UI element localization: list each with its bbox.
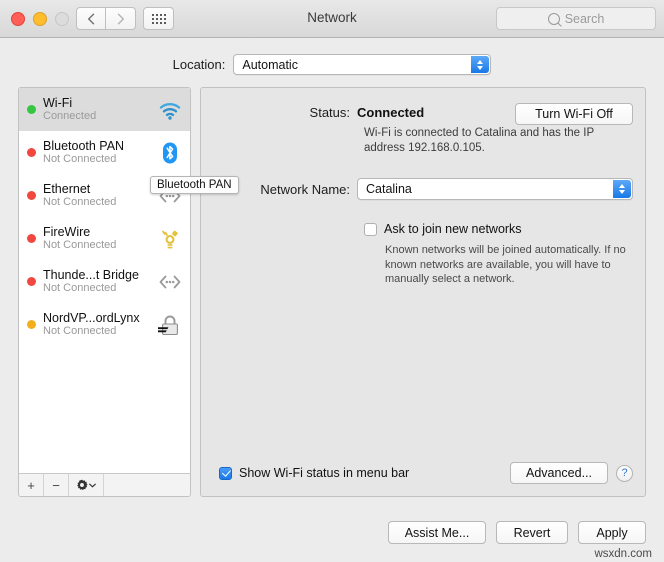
interface-name: FireWire [43, 225, 91, 239]
turn-wifi-off-button[interactable]: Turn Wi-Fi Off [515, 103, 633, 125]
interface-text: Wi-Fi Connected [43, 96, 157, 123]
interface-name: Bluetooth PAN [43, 139, 125, 153]
interface-name: Ethernet [43, 182, 91, 196]
interface-text: Bluetooth PAN Not Connected [43, 139, 157, 166]
interface-text: FireWire Not Connected [43, 225, 157, 252]
interface-status: Connected [43, 110, 97, 122]
interface-name: Wi-Fi [43, 96, 73, 110]
footer-buttons: Assist Me... Revert Apply [388, 521, 646, 544]
location-value: Automatic [242, 57, 298, 72]
interface-status: Not Connected [43, 239, 117, 251]
interface-actions-button[interactable] [69, 474, 104, 496]
location-label: Location: [172, 57, 226, 72]
interface-icon-wrapper [157, 312, 183, 338]
network-name-popup-button[interactable]: Catalina [357, 178, 633, 200]
thunderbolt-icon [159, 275, 181, 288]
remove-interface-button[interactable]: − [44, 474, 69, 496]
help-button[interactable]: ? [616, 464, 633, 482]
ask-to-join-row[interactable]: Ask to join new networks [364, 222, 645, 236]
interface-row-bluetooth-pan[interactable]: Bluetooth PAN Not Connected [19, 131, 190, 174]
interface-status: Not Connected [43, 196, 117, 208]
wifi-icon [159, 102, 181, 120]
show-wifi-status-label: Show Wi-Fi status in menu bar [239, 466, 410, 480]
sidebar-toolbar: + − [19, 473, 190, 496]
interface-row-wi-fi[interactable]: Wi-Fi Connected [19, 88, 190, 131]
panel-bottom-bar: Show Wi-Fi status in menu bar Advanced..… [201, 462, 645, 484]
interface-icon-wrapper [157, 140, 183, 166]
interface-icon-wrapper [157, 269, 183, 295]
interface-icon-wrapper [157, 97, 183, 123]
interface-row-firewire[interactable]: FireWire Not Connected [19, 217, 190, 260]
interface-row-thunde-t-bridge[interactable]: Thunde...t Bridge Not Connected [19, 260, 190, 303]
main-content: Wi-Fi Connected Bluetooth PAN Not Connected… [18, 87, 646, 497]
interface-tooltip: Bluetooth PAN [150, 176, 239, 194]
search-field[interactable]: Search [496, 7, 656, 30]
status-description: Wi-Fi is connected to Catalina and has t… [364, 127, 594, 154]
status-label: Status: [309, 105, 350, 120]
add-interface-button[interactable]: + [19, 474, 44, 496]
chevron-down-icon [89, 483, 96, 487]
chevron-updown-icon [471, 56, 490, 73]
revert-button[interactable]: Revert [496, 521, 568, 544]
interface-text: NordVP...ordLynx Not Connected [43, 311, 157, 338]
interface-name: Thunde...t Bridge [43, 268, 139, 282]
gear-icon [77, 479, 88, 491]
search-placeholder: Search [564, 11, 605, 26]
window-titlebar: Network Search [0, 0, 664, 38]
status-dot [27, 234, 36, 243]
status-dot [27, 191, 36, 200]
interface-status: Not Connected [43, 153, 117, 165]
ask-to-join-label: Ask to join new networks [384, 222, 522, 236]
interface-row-nordvp-ordlynx[interactable]: NordVP...ordLynx Not Connected [19, 303, 190, 346]
sidebar-toolbar-spacer [104, 474, 190, 496]
network-name-value: Catalina [366, 182, 412, 196]
search-icon [547, 12, 560, 25]
network-preferences-window: Network Search Location: Automatic Wi-Fi… [0, 0, 664, 562]
location-popup-button[interactable]: Automatic [233, 54, 492, 75]
status-dot [27, 320, 36, 329]
interface-icon-wrapper [157, 226, 183, 252]
bluetooth-icon [163, 142, 177, 163]
location-row: Location: Automatic [0, 54, 664, 75]
chevron-updown-icon [613, 180, 631, 198]
ask-to-join-hint: Known networks will be joined automatica… [385, 244, 626, 285]
interface-name: NordVP...ordLynx [43, 311, 140, 325]
assist-me-button[interactable]: Assist Me... [388, 521, 486, 544]
add-interface-label: + [27, 477, 35, 493]
firewire-icon [161, 229, 178, 248]
interface-list: Wi-Fi Connected Bluetooth PAN Not Connected… [19, 88, 190, 473]
show-wifi-status-checkbox[interactable] [219, 466, 232, 480]
status-dot [27, 105, 36, 114]
network-name-row: Network Name: Catalina [201, 178, 645, 200]
interface-text: Thunde...t Bridge Not Connected [43, 268, 157, 295]
status-dot [27, 148, 36, 157]
watermark: wsxdn.com [594, 548, 652, 560]
interface-status: Not Connected [43, 282, 117, 294]
apply-button[interactable]: Apply [578, 521, 646, 544]
status-dot [27, 277, 36, 286]
wifi-settings-panel: Status: Connected Turn Wi-Fi Off Wi-Fi i… [200, 87, 646, 497]
remove-interface-label: − [52, 477, 60, 493]
lock-icon [158, 315, 178, 335]
interface-sidebar: Wi-Fi Connected Bluetooth PAN Not Connected… [18, 87, 191, 497]
ask-to-join-checkbox[interactable] [364, 222, 377, 236]
interface-status: Not Connected [43, 325, 117, 337]
advanced-button[interactable]: Advanced... [510, 462, 608, 484]
interface-text: Ethernet Not Connected [43, 182, 157, 209]
